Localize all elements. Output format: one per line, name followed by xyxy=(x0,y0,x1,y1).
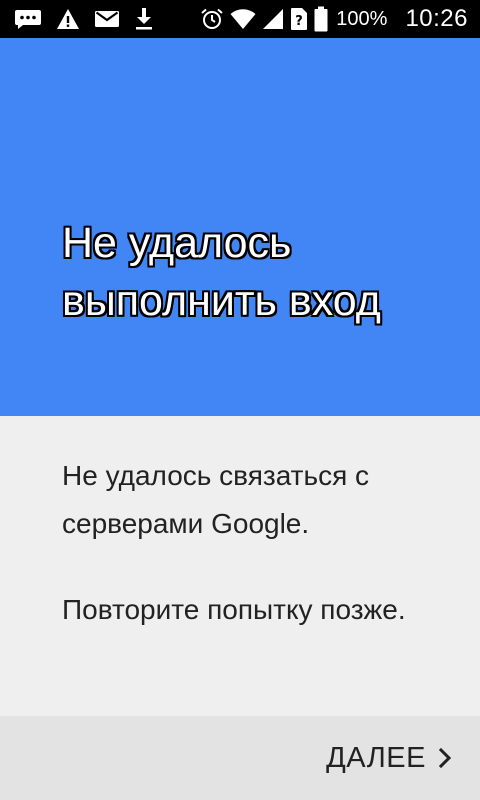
page-title: Не удалось выполнить вход xyxy=(62,219,381,325)
footer: ДАЛЕЕ xyxy=(0,716,480,800)
mail-icon xyxy=(94,9,120,29)
chat-icon xyxy=(14,8,42,30)
clock: 10:26 xyxy=(405,5,468,32)
battery-icon xyxy=(314,6,328,32)
retry-message: Повторите попытку позже. xyxy=(62,594,406,625)
header: Не удалось выполнить вход xyxy=(0,38,480,416)
next-button-label: ДАЛЕЕ xyxy=(326,741,426,774)
chevron-right-icon xyxy=(438,747,452,769)
content: Не удалось связаться с серверами Google.… xyxy=(0,416,480,716)
wifi-icon xyxy=(230,8,256,30)
download-icon xyxy=(134,7,154,31)
warning-icon xyxy=(56,8,80,30)
screen: ? 100% 10:26 Не удалось выполнить вход Н… xyxy=(0,0,480,800)
signal-icon xyxy=(262,8,284,30)
alarm-icon xyxy=(200,7,224,31)
sim-unknown-icon: ? xyxy=(290,7,308,31)
battery-percentage: 100% xyxy=(336,7,388,30)
status-bar: ? 100% 10:26 xyxy=(0,0,480,38)
system-icons: ? 100% 10:26 xyxy=(200,5,468,33)
svg-text:?: ? xyxy=(296,14,304,29)
notification-icons xyxy=(14,7,154,31)
next-button[interactable]: ДАЛЕЕ xyxy=(318,736,460,780)
error-message: Не удалось связаться с серверами Google. xyxy=(62,460,370,539)
